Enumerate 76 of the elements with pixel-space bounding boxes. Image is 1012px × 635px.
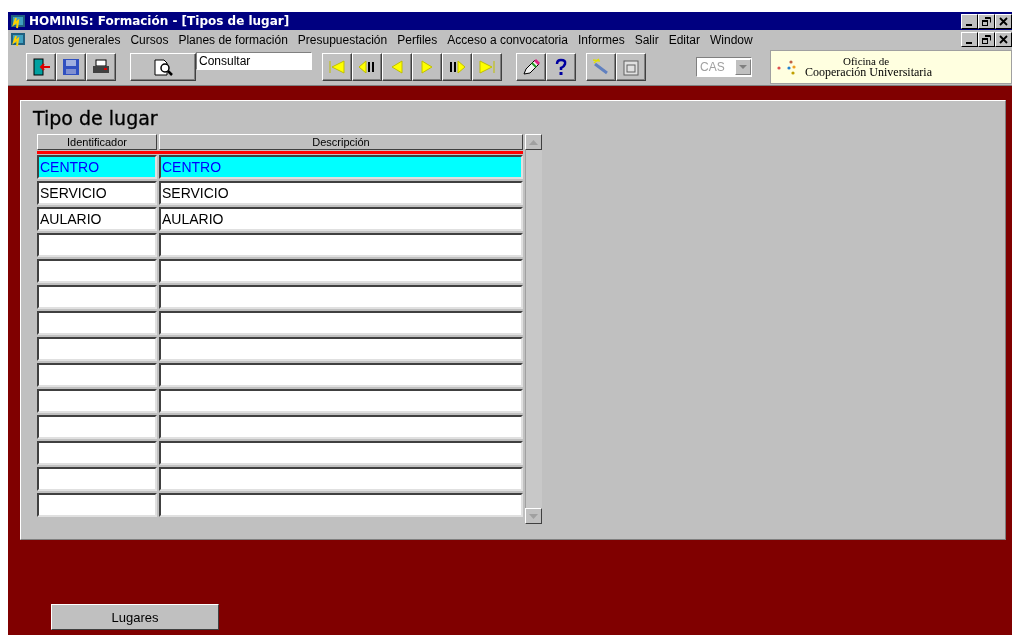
restore-icon[interactable] bbox=[982, 35, 991, 44]
restore-icon[interactable] bbox=[982, 16, 991, 26]
menu-item[interactable]: Acceso a convocatoria bbox=[442, 32, 573, 47]
table-cell[interactable] bbox=[159, 415, 523, 439]
table-cell[interactable] bbox=[37, 415, 157, 439]
menu-item[interactable]: Window bbox=[705, 32, 758, 47]
column-header[interactable]: Identificador bbox=[37, 134, 157, 150]
scroll-down-button[interactable] bbox=[525, 508, 542, 524]
menu-item[interactable]: Datos generales bbox=[28, 32, 126, 47]
table-cell[interactable] bbox=[37, 467, 157, 491]
print-icon[interactable] bbox=[86, 53, 116, 81]
close-button[interactable] bbox=[995, 13, 1012, 29]
app-icon[interactable] bbox=[10, 32, 26, 47]
previous-page-icon[interactable] bbox=[352, 53, 382, 81]
table-cell[interactable]: SERVICIO bbox=[37, 181, 157, 205]
magic-wand-icon[interactable] bbox=[586, 53, 616, 81]
window-title: HOMINIS: Formación - [Tipos de lugar] bbox=[29, 14, 290, 28]
first-record-icon[interactable] bbox=[322, 53, 352, 81]
table-cell[interactable] bbox=[37, 311, 157, 335]
restore-button[interactable] bbox=[978, 13, 995, 29]
next-page-icon[interactable] bbox=[442, 53, 472, 81]
menu-item[interactable]: Informes bbox=[572, 32, 630, 47]
table-cell[interactable] bbox=[159, 285, 523, 309]
calendar-icon[interactable] bbox=[616, 53, 646, 81]
table-cell[interactable] bbox=[37, 493, 157, 517]
last-record-icon[interactable] bbox=[472, 53, 502, 81]
table-cell[interactable]: SERVICIO bbox=[159, 181, 523, 205]
close-icon[interactable] bbox=[999, 16, 1008, 26]
down-arrow-icon bbox=[529, 513, 538, 519]
minimize-button[interactable] bbox=[961, 32, 978, 47]
table-cell[interactable] bbox=[37, 337, 157, 361]
menu-item[interactable]: Cursos bbox=[125, 32, 174, 47]
previous-record-icon[interactable] bbox=[382, 53, 412, 81]
table-cell[interactable]: AULARIO bbox=[37, 207, 157, 231]
close-icon[interactable] bbox=[999, 35, 1008, 44]
minimize-button[interactable] bbox=[961, 13, 978, 29]
table-cell[interactable] bbox=[159, 259, 523, 283]
scroll-up-button[interactable] bbox=[525, 134, 542, 150]
pencil-icon[interactable] bbox=[516, 53, 546, 81]
next-record-icon[interactable] bbox=[412, 53, 442, 81]
logo-text: Cooperación Universitaria bbox=[805, 67, 932, 78]
up-arrow-icon bbox=[529, 139, 538, 145]
table-cell[interactable] bbox=[37, 441, 157, 465]
table-cell[interactable]: CENTRO bbox=[159, 155, 523, 179]
table-cell[interactable] bbox=[37, 259, 157, 283]
table-cell[interactable] bbox=[37, 389, 157, 413]
restore-button[interactable] bbox=[978, 32, 995, 47]
table-cell[interactable] bbox=[159, 389, 523, 413]
menu-item[interactable]: Perfiles bbox=[392, 32, 443, 47]
table-cell[interactable] bbox=[159, 493, 523, 517]
table-cell[interactable] bbox=[159, 441, 523, 465]
scrollbar[interactable] bbox=[525, 134, 542, 524]
table-cell[interactable] bbox=[37, 285, 157, 309]
menu-item[interactable]: Planes de formación bbox=[173, 32, 293, 47]
table-cell[interactable] bbox=[159, 467, 523, 491]
table-cell[interactable]: CENTRO bbox=[37, 155, 157, 179]
menu-item[interactable]: Presupuestación bbox=[292, 32, 393, 47]
column-header[interactable]: Descripción bbox=[159, 134, 523, 150]
table-cell[interactable] bbox=[159, 233, 523, 257]
lugares-button[interactable]: Lugares bbox=[51, 604, 219, 630]
logo-text: Oficina de bbox=[842, 56, 891, 67]
table-cell[interactable] bbox=[159, 337, 523, 361]
table-cell[interactable] bbox=[159, 363, 523, 387]
table-cell[interactable] bbox=[37, 233, 157, 257]
exit-door-icon[interactable] bbox=[26, 53, 56, 81]
menu-item[interactable]: Editar bbox=[663, 32, 705, 47]
help-icon[interactable] bbox=[546, 53, 576, 81]
table-cell[interactable]: AULARIO bbox=[159, 207, 523, 231]
close-button[interactable] bbox=[995, 32, 1012, 47]
app-icon bbox=[10, 13, 26, 29]
table-cell[interactable] bbox=[159, 311, 523, 335]
search-document-icon[interactable] bbox=[130, 53, 196, 81]
table-cell[interactable] bbox=[37, 363, 157, 387]
mode-field[interactable]: Consultar bbox=[196, 52, 312, 70]
menu-item[interactable]: Salir bbox=[629, 32, 664, 47]
form-title: Tipo de lugar bbox=[33, 107, 159, 129]
